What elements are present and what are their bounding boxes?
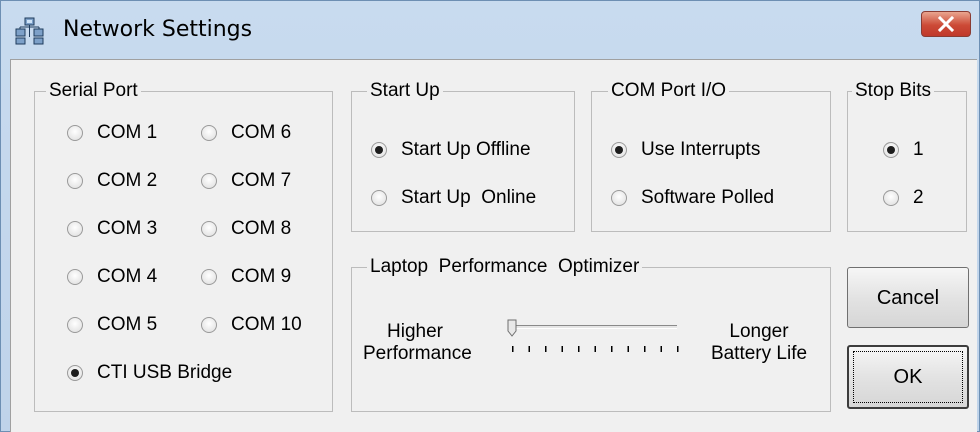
window-title: Network Settings [63,17,253,42]
radio-button[interactable] [67,125,83,141]
radio-label: 2 [913,187,924,208]
radio-label: COM 7 [231,170,292,191]
radio-start-up-online[interactable]: Start Up Online [371,186,536,210]
close-icon [937,16,955,32]
slider-tick [594,346,596,352]
radio-button[interactable] [371,190,387,206]
radio-label: Use Interrupts [641,139,761,160]
focus-rect [853,351,963,403]
radio-com3[interactable]: COM 3 [67,217,157,241]
radio-com5[interactable]: COM 5 [67,313,157,337]
radio-button[interactable] [67,221,83,237]
cancel-button[interactable]: Cancel [847,267,969,328]
slider-tick [545,346,547,352]
radio-label: Start Up Online [401,187,537,208]
radio-com10[interactable]: COM 10 [201,313,302,337]
slider-tick [660,346,662,352]
stop-bits-label: Stop Bits [852,79,935,103]
radio-label: 1 [913,139,924,160]
battery-life-label: Battery Life [710,343,808,364]
network-icon [15,17,45,45]
com-port-io-label: COM Port I/O [608,79,730,103]
radio-label: COM 9 [231,266,292,287]
slider-tick [578,346,580,352]
serial-port-label: Serial Port [46,79,141,103]
radio-stop-bits-2[interactable]: 2 [883,186,924,210]
radio-button[interactable] [371,142,387,158]
radio-label: COM 4 [97,266,158,287]
radio-button[interactable] [67,365,83,381]
network-settings-window: Network Settings Serial Port COM 1 COM 2… [0,0,980,432]
radio-use-interrupts[interactable]: Use Interrupts [611,138,760,162]
slider-tick [528,346,530,352]
radio-stop-bits-1[interactable]: 1 [883,138,924,162]
radio-cti-usb-bridge[interactable]: CTI USB Bridge [67,361,232,385]
slider-tick [561,346,563,352]
radio-com2[interactable]: COM 2 [67,169,157,193]
radio-button[interactable] [201,173,217,189]
title-bar[interactable]: Network Settings [1,1,979,59]
radio-label: COM 1 [97,122,158,143]
start-up-label: Start Up [367,79,443,103]
radio-com1[interactable]: COM 1 [67,121,157,145]
radio-software-polled[interactable]: Software Polled [611,186,774,210]
slider-tick [627,346,629,352]
slider-tick [644,346,646,352]
radio-label: CTI USB Bridge [97,362,233,383]
radio-label: COM 6 [231,122,292,143]
radio-button[interactable] [611,142,627,158]
optimizer-label: Laptop Performance Optimizer [367,255,643,279]
radio-label: COM 8 [231,218,292,239]
radio-button[interactable] [611,190,627,206]
slider-thumb[interactable] [507,319,517,337]
radio-button[interactable] [67,317,83,333]
longer-label: Longer [729,321,789,342]
radio-label: Software Polled [641,187,775,208]
slider-ticks [512,346,679,352]
radio-button[interactable] [201,317,217,333]
longer-battery-life-label: Longer Battery Life [701,321,817,365]
radio-label: COM 5 [97,314,158,335]
radio-label: Start Up Offline [401,139,531,160]
radio-button[interactable] [67,269,83,285]
higher-performance-label: Higher Performance [363,321,472,365]
radio-start-up-offline[interactable]: Start Up Offline [371,138,531,162]
radio-label: COM 10 [231,314,302,335]
radio-com8[interactable]: COM 8 [201,217,291,241]
radio-button[interactable] [201,221,217,237]
slider-tick [611,346,613,352]
radio-com7[interactable]: COM 7 [201,169,291,193]
ok-button[interactable]: OK [847,345,969,409]
performance-label: Performance [363,343,472,364]
radio-button[interactable] [67,173,83,189]
radio-com4[interactable]: COM 4 [67,265,157,289]
radio-com6[interactable]: COM 6 [201,121,291,145]
higher-label: Higher [387,321,443,342]
radio-label: COM 3 [97,218,158,239]
slider-track[interactable] [513,325,677,329]
slider-tick [512,346,514,352]
slider-tick [677,346,679,352]
close-button[interactable] [921,11,971,37]
radio-label: COM 2 [97,170,158,191]
radio-com9[interactable]: COM 9 [201,265,291,289]
radio-button[interactable] [883,190,899,206]
radio-button[interactable] [201,269,217,285]
radio-button[interactable] [201,125,217,141]
radio-button[interactable] [883,142,899,158]
